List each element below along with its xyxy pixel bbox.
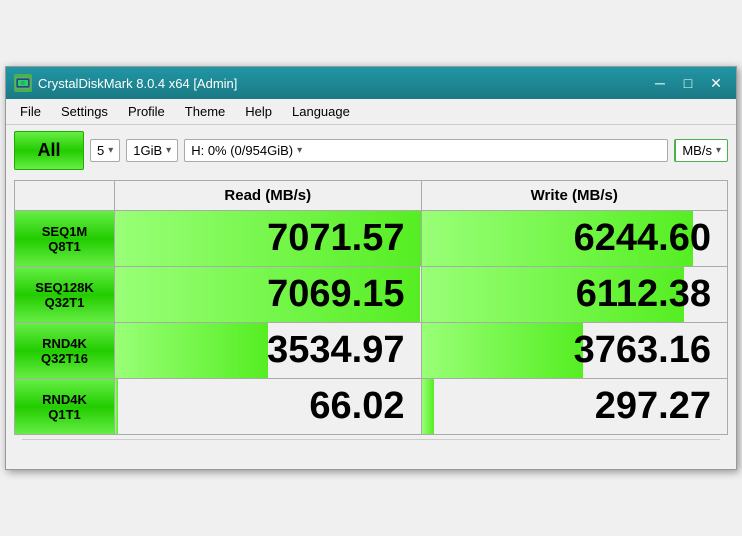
table-row: RND4KQ1T166.02297.27: [15, 379, 728, 435]
row-write-value: 3763.16: [421, 323, 728, 379]
runs-dropdown[interactable]: 5 ▾: [90, 139, 120, 162]
menubar: File Settings Profile Theme Help Languag…: [6, 99, 736, 125]
header-write: Write (MB/s): [421, 181, 728, 211]
row-read-value: 3534.97: [115, 323, 422, 379]
titlebar: CrystalDiskMark 8.0.4 x64 [Admin] ─ □ ✕: [6, 67, 736, 99]
size-arrow: ▾: [166, 145, 171, 156]
header-label: [15, 181, 115, 211]
row-write-value: 6244.60: [421, 211, 728, 267]
toolbar: All 5 ▾ 1GiB ▾ H: 0% (0/954GiB) ▾ MB/s ▾: [6, 125, 736, 176]
row-write-value: 297.27: [421, 379, 728, 435]
close-button[interactable]: ✕: [704, 73, 728, 93]
menu-theme[interactable]: Theme: [175, 101, 235, 122]
row-label: RND4KQ32T16: [15, 323, 115, 379]
maximize-button[interactable]: □: [676, 73, 700, 93]
table-row: RND4KQ32T163534.973763.16: [15, 323, 728, 379]
all-button[interactable]: All: [14, 131, 84, 170]
table-header: Read (MB/s) Write (MB/s): [15, 181, 728, 211]
row-read-value: 66.02: [115, 379, 422, 435]
row-read-value: 7069.15: [115, 267, 422, 323]
window-title: CrystalDiskMark 8.0.4 x64 [Admin]: [38, 76, 648, 91]
runs-arrow: ▾: [108, 145, 113, 156]
size-dropdown[interactable]: 1GiB ▾: [126, 139, 178, 162]
row-label: RND4KQ1T1: [15, 379, 115, 435]
benchmark-content: Read (MB/s) Write (MB/s) SEQ1MQ8T17071.5…: [6, 176, 736, 469]
row-label: SEQ128KQ32T1: [15, 267, 115, 323]
menu-language[interactable]: Language: [282, 101, 360, 122]
statusbar: [22, 439, 720, 461]
row-label: SEQ1MQ8T1: [15, 211, 115, 267]
drive-value: H: 0% (0/954GiB): [191, 143, 293, 158]
runs-value: 5: [97, 143, 104, 158]
benchmark-table: Read (MB/s) Write (MB/s) SEQ1MQ8T17071.5…: [14, 180, 728, 435]
main-window: CrystalDiskMark 8.0.4 x64 [Admin] ─ □ ✕ …: [5, 66, 737, 470]
row-write-value: 6112.38: [421, 267, 728, 323]
row-read-value: 7071.57: [115, 211, 422, 267]
menu-file[interactable]: File: [10, 101, 51, 122]
size-value: 1GiB: [133, 143, 162, 158]
table-row: SEQ1MQ8T17071.576244.60: [15, 211, 728, 267]
drive-dropdown[interactable]: H: 0% (0/954GiB) ▾: [184, 139, 668, 162]
unit-dropdown[interactable]: MB/s ▾: [674, 139, 728, 162]
app-icon: [14, 74, 32, 92]
header-read: Read (MB/s): [115, 181, 422, 211]
menu-profile[interactable]: Profile: [118, 101, 175, 122]
table-row: SEQ128KQ32T17069.156112.38: [15, 267, 728, 323]
unit-value: MB/s: [682, 143, 712, 158]
menu-settings[interactable]: Settings: [51, 101, 118, 122]
unit-arrow: ▾: [716, 145, 721, 156]
menu-help[interactable]: Help: [235, 101, 282, 122]
minimize-button[interactable]: ─: [648, 73, 672, 93]
window-controls: ─ □ ✕: [648, 73, 728, 93]
drive-arrow: ▾: [297, 145, 302, 156]
